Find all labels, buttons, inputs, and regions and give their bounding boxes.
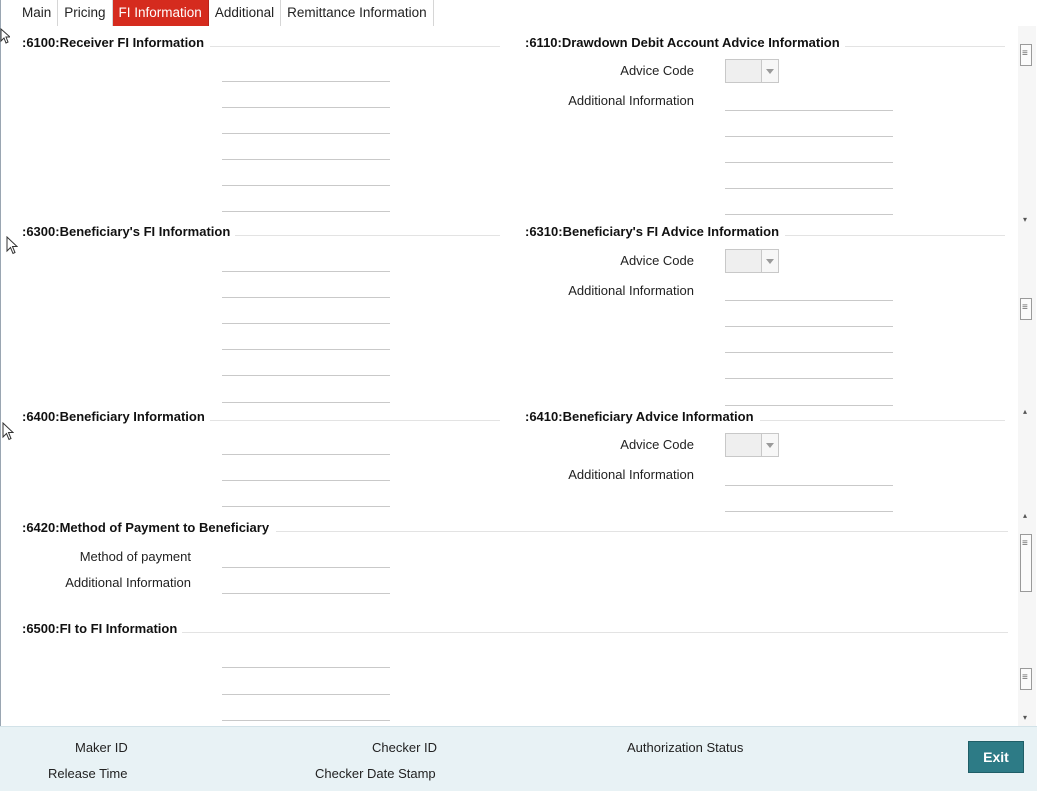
method-of-payment-label: Method of payment	[79, 549, 191, 564]
scroll-up-arrow-icon[interactable]: ▴	[1023, 408, 1027, 416]
beneficiary-fi-additional-info-line-4[interactable]	[725, 378, 893, 379]
receiver-fi-line-4[interactable]	[222, 159, 390, 160]
maker-id-label: Maker ID	[75, 740, 128, 755]
method-of-payment-line[interactable]	[222, 567, 390, 568]
mouse-cursor-icon	[2, 422, 14, 441]
section-rule	[845, 46, 1005, 47]
additional-information-label: Additional Information	[568, 283, 694, 298]
tab-pricing[interactable]: Pricing	[58, 0, 113, 26]
tab-fi-information[interactable]: FI Information	[112, 0, 209, 26]
scrollbar-thumb[interactable]	[1020, 668, 1032, 690]
fi-to-fi-line-2[interactable]	[222, 694, 390, 695]
exit-button[interactable]: Exit	[968, 741, 1024, 773]
beneficiary-info-line-2[interactable]	[222, 480, 390, 481]
receiver-fi-line-3[interactable]	[222, 133, 390, 134]
section-title-6300: :6300:Beneficiary's FI Information	[22, 224, 231, 239]
additional-information-label: Additional Information	[65, 575, 191, 590]
scroll-up-arrow-icon[interactable]: ▴	[1023, 512, 1027, 520]
section-title-6420: :6420:Method of Payment to Beneficiary	[22, 520, 270, 535]
drawdown-additional-info-line-5[interactable]	[725, 214, 893, 215]
advice-code-label: Advice Code	[620, 253, 694, 268]
beneficiary-fi-advice-code-select[interactable]	[725, 249, 779, 273]
beneficiary-fi-additional-info-line-5[interactable]	[725, 405, 893, 406]
tab-main[interactable]: Main	[16, 0, 59, 26]
method-additional-info-line[interactable]	[222, 593, 390, 594]
beneficiary-info-line-3[interactable]	[222, 506, 390, 507]
beneficiary-fi-line-1[interactable]	[222, 271, 390, 272]
additional-information-label: Additional Information	[568, 93, 694, 108]
section-title-6500: :6500:FI to FI Information	[22, 621, 178, 636]
receiver-fi-line-6[interactable]	[222, 211, 390, 212]
drawdown-additional-info-line-3[interactable]	[725, 162, 893, 163]
receiver-fi-line-5[interactable]	[222, 185, 390, 186]
section-rule	[210, 46, 500, 47]
advice-code-label: Advice Code	[620, 437, 694, 452]
scroll-down-arrow-icon[interactable]: ▾	[1023, 216, 1027, 224]
section-title-6310: :6310:Beneficiary's FI Advice Informatio…	[525, 224, 780, 239]
mouse-cursor-icon	[6, 236, 18, 255]
chevron-down-icon[interactable]	[761, 60, 778, 82]
fi-to-fi-line-1[interactable]	[222, 667, 390, 668]
section-rule	[235, 235, 500, 236]
additional-information-label: Additional Information	[568, 467, 694, 482]
section-rule	[785, 235, 1005, 236]
section-rule	[210, 420, 500, 421]
tab-additional[interactable]: Additional	[208, 0, 282, 26]
beneficiary-advice-code-select[interactable]	[725, 433, 779, 457]
scroll-down-arrow-icon[interactable]: ▾	[1023, 714, 1027, 722]
beneficiary-fi-line-3[interactable]	[222, 323, 390, 324]
drawdown-additional-info-line-1[interactable]	[725, 110, 893, 111]
section-title-6400: :6400:Beneficiary Information	[22, 409, 205, 424]
tab-bar: Main Pricing FI Information Additional R…	[16, 0, 434, 26]
authorization-status-label: Authorization Status	[627, 740, 744, 755]
section-title-6410: :6410:Beneficiary Advice Information	[525, 409, 754, 424]
receiver-fi-line-1[interactable]	[222, 81, 390, 82]
scrollbar-thumb[interactable]	[1020, 534, 1032, 592]
checker-id-label: Checker ID	[372, 740, 438, 755]
vertical-scrollbar[interactable]: ▾ ▴ ▴ ▾	[1018, 26, 1036, 726]
drawdown-advice-code-select[interactable]	[725, 59, 779, 83]
drawdown-additional-info-line-2[interactable]	[725, 136, 893, 137]
drawdown-additional-info-line-4[interactable]	[725, 188, 893, 189]
section-rule	[276, 531, 1008, 532]
beneficiary-fi-additional-info-line-2[interactable]	[725, 326, 893, 327]
beneficiary-additional-info-line-2[interactable]	[725, 511, 893, 512]
scrollbar-thumb[interactable]	[1020, 44, 1032, 66]
beneficiary-fi-additional-info-line-3[interactable]	[725, 352, 893, 353]
tab-remittance-information[interactable]: Remittance Information	[281, 0, 434, 26]
receiver-fi-line-2[interactable]	[222, 107, 390, 108]
fi-to-fi-line-3[interactable]	[222, 720, 390, 721]
section-title-6100: :6100:Receiver FI Information	[22, 35, 205, 50]
beneficiary-additional-info-line-1[interactable]	[725, 485, 893, 486]
audit-footer: Maker ID Release Time Checker ID Checker…	[0, 726, 1037, 791]
chevron-down-icon[interactable]	[761, 434, 778, 456]
beneficiary-fi-line-6[interactable]	[222, 402, 390, 403]
mouse-cursor-icon	[0, 28, 10, 44]
section-rule	[182, 632, 1008, 633]
fi-information-panel: :6100:Receiver FI Information :6110:Draw…	[0, 26, 1018, 726]
chevron-down-icon[interactable]	[761, 250, 778, 272]
beneficiary-info-line-1[interactable]	[222, 454, 390, 455]
advice-code-label: Advice Code	[620, 63, 694, 78]
scrollbar-thumb[interactable]	[1020, 298, 1032, 320]
beneficiary-fi-line-2[interactable]	[222, 297, 390, 298]
section-title-6110: :6110:Drawdown Debit Account Advice Info…	[525, 35, 840, 50]
checker-date-stamp-label: Checker Date Stamp	[315, 766, 436, 781]
beneficiary-fi-line-5[interactable]	[222, 375, 390, 376]
release-time-label: Release Time	[48, 766, 128, 781]
beneficiary-fi-line-4[interactable]	[222, 349, 390, 350]
beneficiary-fi-additional-info-line-1[interactable]	[725, 300, 893, 301]
section-rule	[760, 420, 1005, 421]
